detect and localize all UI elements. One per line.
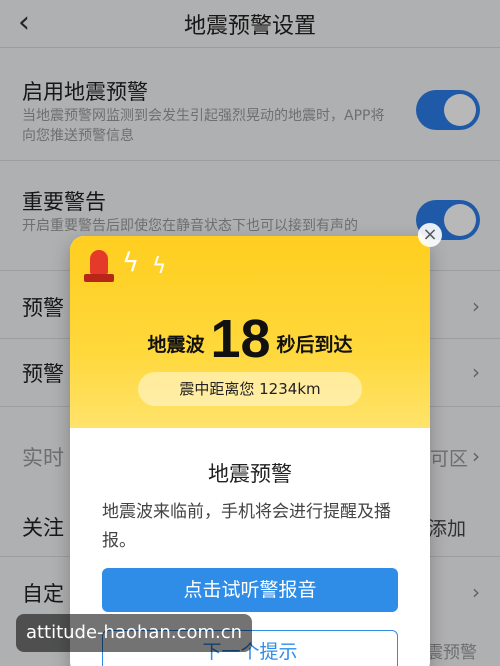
siren-icon: [84, 250, 114, 284]
wave-prefix: 地震波: [147, 334, 205, 356]
epicenter-distance: 震中距离您 1234km: [138, 372, 362, 406]
lightning-icon: ϟ: [122, 248, 140, 278]
preview-alarm-button[interactable]: 点击试听警报音: [102, 568, 398, 612]
dialog-body: 地震波来临前，手机将会进行提醒及播报。: [102, 502, 391, 551]
lightning-icon: ϟ: [152, 254, 167, 279]
arrival-countdown: 地震波 18 秒后到达: [70, 308, 430, 370]
close-icon[interactable]: ×: [418, 223, 442, 247]
alert-banner: ϟ ϟ 地震波 18 秒后到达 震中距离您 1234km: [70, 236, 430, 428]
watermark: attitude-haohan.com.cn: [16, 614, 252, 652]
earthquake-warning-dialog: ϟ ϟ 地震波 18 秒后到达 震中距离您 1234km 地震预警 地震波来临前，手…: [70, 236, 430, 666]
wave-suffix: 秒后到达: [276, 334, 353, 356]
dialog-title: 地震预警: [208, 462, 292, 486]
countdown-seconds: 18: [210, 309, 271, 369]
